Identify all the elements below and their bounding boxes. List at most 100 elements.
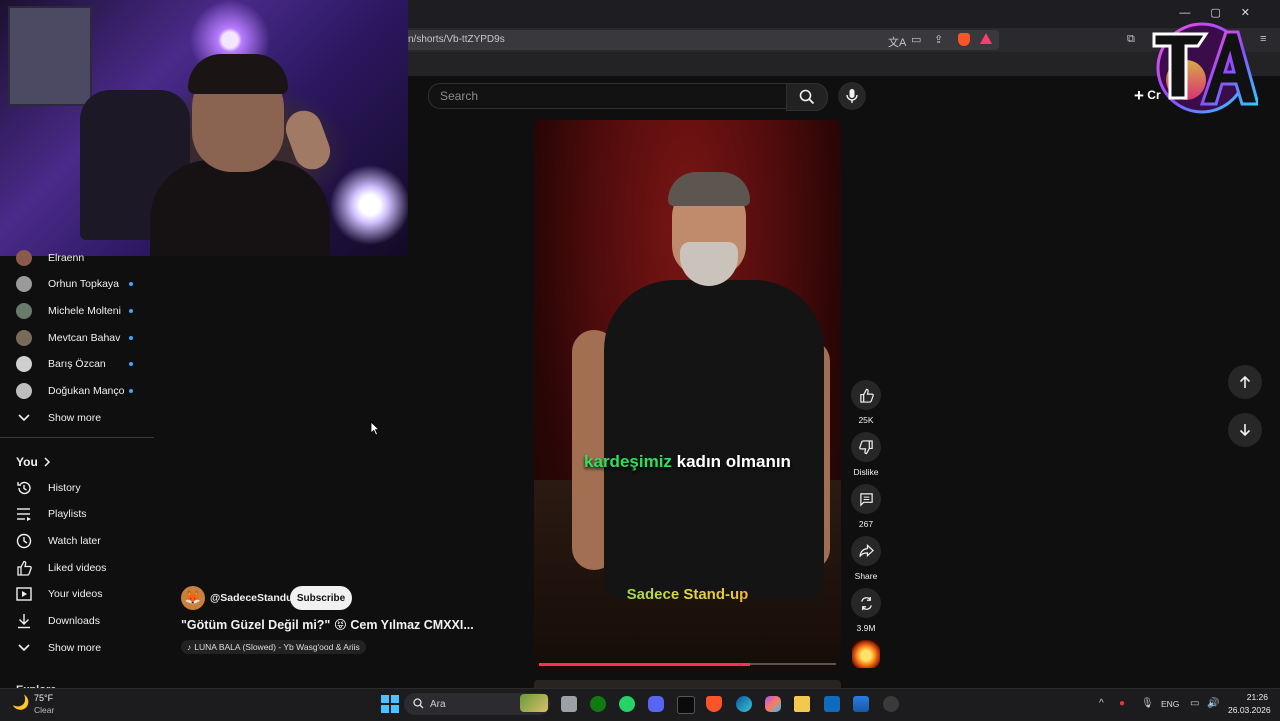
url-text[interactable]: n/shorts/Vb-ttZYPD9s bbox=[408, 34, 505, 45]
menu-icon[interactable]: ≡ bbox=[1260, 33, 1266, 45]
share-label: Share bbox=[854, 571, 878, 581]
you-section-heading[interactable]: You bbox=[16, 455, 51, 469]
terminal-icon[interactable] bbox=[677, 696, 695, 714]
microphone-icon bbox=[846, 89, 858, 103]
search-input[interactable] bbox=[428, 83, 788, 109]
search-icon bbox=[413, 698, 424, 709]
dislike-action[interactable]: Dislike bbox=[850, 432, 882, 477]
translate-icon[interactable]: 文A bbox=[888, 34, 906, 50]
weather-temperature[interactable]: 75°F bbox=[34, 693, 53, 703]
remix-icon bbox=[860, 596, 872, 610]
new-content-dot bbox=[129, 309, 133, 313]
dislike-button[interactable] bbox=[851, 432, 881, 462]
remix-button[interactable] bbox=[851, 588, 881, 618]
volume-icon[interactable]: 🔊 bbox=[1207, 698, 1219, 709]
share-arrow-icon bbox=[858, 544, 874, 558]
subscription-name: Doğukan Manço bbox=[48, 385, 125, 397]
short-video-player[interactable]: kardeşimiz kadın olmanın Sadece Stand-up bbox=[534, 120, 841, 670]
avatar bbox=[16, 356, 32, 372]
next-short-button[interactable] bbox=[1228, 413, 1262, 447]
subscribe-button[interactable]: Subscribe bbox=[290, 586, 352, 610]
sidebar-toggle-icon[interactable]: ⧉ bbox=[1127, 33, 1135, 46]
subscription-name: Michele Molteni bbox=[48, 305, 121, 317]
subscription-name: Elraenn bbox=[48, 252, 85, 264]
show-more-subscriptions-button[interactable]: Show more bbox=[16, 408, 101, 428]
xbox-icon[interactable] bbox=[590, 696, 606, 712]
voice-search-button[interactable] bbox=[838, 82, 866, 110]
windows-logo-icon bbox=[391, 705, 399, 713]
comments-button[interactable] bbox=[851, 484, 881, 514]
comment-icon bbox=[859, 492, 873, 507]
sidebar-item-subscription[interactable]: Orhun Topkaya bbox=[16, 274, 133, 294]
windows-logo-icon bbox=[381, 695, 389, 703]
previous-short-button[interactable] bbox=[1228, 365, 1262, 399]
channel-avatar[interactable]: 🦊 bbox=[181, 586, 205, 610]
network-icon[interactable]: ▭ bbox=[1190, 698, 1199, 709]
sidebar-item-subscription[interactable]: Elraenn bbox=[16, 248, 84, 268]
sidebar-item-your-videos[interactable]: Your videos bbox=[16, 584, 102, 604]
channel-name[interactable]: @SadeceStandup bbox=[210, 592, 299, 604]
moon-icon[interactable]: 🌙 bbox=[12, 694, 29, 711]
share-button[interactable] bbox=[851, 536, 881, 566]
avatar bbox=[16, 250, 32, 266]
obs-icon[interactable] bbox=[883, 696, 899, 712]
sidebar-item-playlists[interactable]: Playlists bbox=[16, 504, 87, 524]
brave-shield-icon[interactable] bbox=[958, 33, 970, 46]
sidebar-item-history[interactable]: History bbox=[16, 478, 81, 498]
new-content-dot bbox=[129, 336, 133, 340]
video-performer-hair bbox=[668, 172, 750, 206]
sidebar-item-label: Your videos bbox=[48, 588, 103, 600]
thumbs-up-icon bbox=[859, 388, 874, 403]
show-more-label: Show more bbox=[48, 412, 102, 424]
windows-logo-icon bbox=[391, 695, 399, 703]
whatsapp-icon[interactable] bbox=[619, 696, 635, 712]
new-content-dot bbox=[129, 389, 133, 393]
search-icon bbox=[799, 89, 815, 105]
sidebar-item-subscription[interactable]: Doğukan Manço bbox=[16, 381, 133, 401]
sidebar-item-subscription[interactable]: Michele Molteni bbox=[16, 301, 133, 321]
cast-icon[interactable]: ▭ bbox=[911, 33, 921, 46]
brave-rewards-icon[interactable] bbox=[980, 33, 992, 44]
clock-date[interactable]: 26.03.2026 bbox=[1228, 705, 1271, 715]
like-button[interactable] bbox=[851, 380, 881, 410]
share-action[interactable]: Share bbox=[850, 536, 882, 581]
store-icon[interactable] bbox=[853, 696, 869, 712]
windows-taskbar bbox=[0, 688, 1280, 721]
clock-time[interactable]: 21:26 bbox=[1246, 692, 1268, 702]
your-videos-icon bbox=[16, 586, 32, 602]
sidebar-item-watch-later[interactable]: Watch later bbox=[16, 531, 101, 551]
sidebar-item-downloads[interactable]: Downloads bbox=[16, 611, 100, 631]
video-performer-body bbox=[604, 280, 824, 600]
liked-videos-icon bbox=[16, 560, 32, 576]
short-title[interactable]: "Götüm Güzel Değil mi?" 😝 Cem Yılmaz CMX… bbox=[181, 617, 474, 632]
chevron-up-icon[interactable]: ^ bbox=[1099, 698, 1104, 709]
edge-browser-icon[interactable] bbox=[736, 696, 752, 712]
weather-condition[interactable]: Clear bbox=[34, 705, 54, 715]
caption-text: kadın olmanın bbox=[671, 452, 791, 471]
sidebar-item-subscription[interactable]: Barış Özcan bbox=[16, 354, 133, 374]
comments-action[interactable]: 267 bbox=[850, 484, 882, 529]
discord-icon[interactable] bbox=[648, 696, 664, 712]
sidebar-divider bbox=[0, 437, 154, 438]
share-page-icon[interactable]: ⇪ bbox=[934, 33, 943, 46]
sidebar-item-subscription[interactable]: Mevtcan Bahav bbox=[16, 328, 133, 348]
search-placeholder[interactable]: Search bbox=[440, 89, 478, 103]
sidebar-item-liked-videos[interactable]: Liked videos bbox=[16, 558, 106, 578]
music-chip[interactable]: ♪ LUNA BALA (Slowed) - Yb Wasg'ood & Ari… bbox=[181, 640, 366, 654]
brave-browser-icon[interactable] bbox=[706, 696, 722, 712]
input-language[interactable]: ENG bbox=[1161, 699, 1179, 709]
start-button[interactable] bbox=[381, 695, 399, 713]
tray-app-icon[interactable]: ● bbox=[1119, 698, 1125, 709]
taskbar-search-placeholder[interactable]: Ara bbox=[430, 699, 446, 710]
task-view-icon[interactable] bbox=[561, 696, 577, 712]
file-explorer-icon[interactable] bbox=[794, 696, 810, 712]
sound-thumbnail[interactable] bbox=[852, 640, 880, 668]
search-button[interactable] bbox=[786, 83, 828, 111]
search-highlight-icon[interactable] bbox=[520, 694, 548, 712]
show-more-you-button[interactable]: Show more bbox=[16, 638, 101, 658]
copilot-icon[interactable] bbox=[765, 696, 781, 712]
mail-icon[interactable] bbox=[824, 696, 840, 712]
microphone-icon[interactable]: 🎙 bbox=[1141, 698, 1154, 709]
like-action[interactable]: 25K bbox=[850, 380, 882, 425]
remix-action[interactable]: 3.9M bbox=[850, 588, 882, 633]
